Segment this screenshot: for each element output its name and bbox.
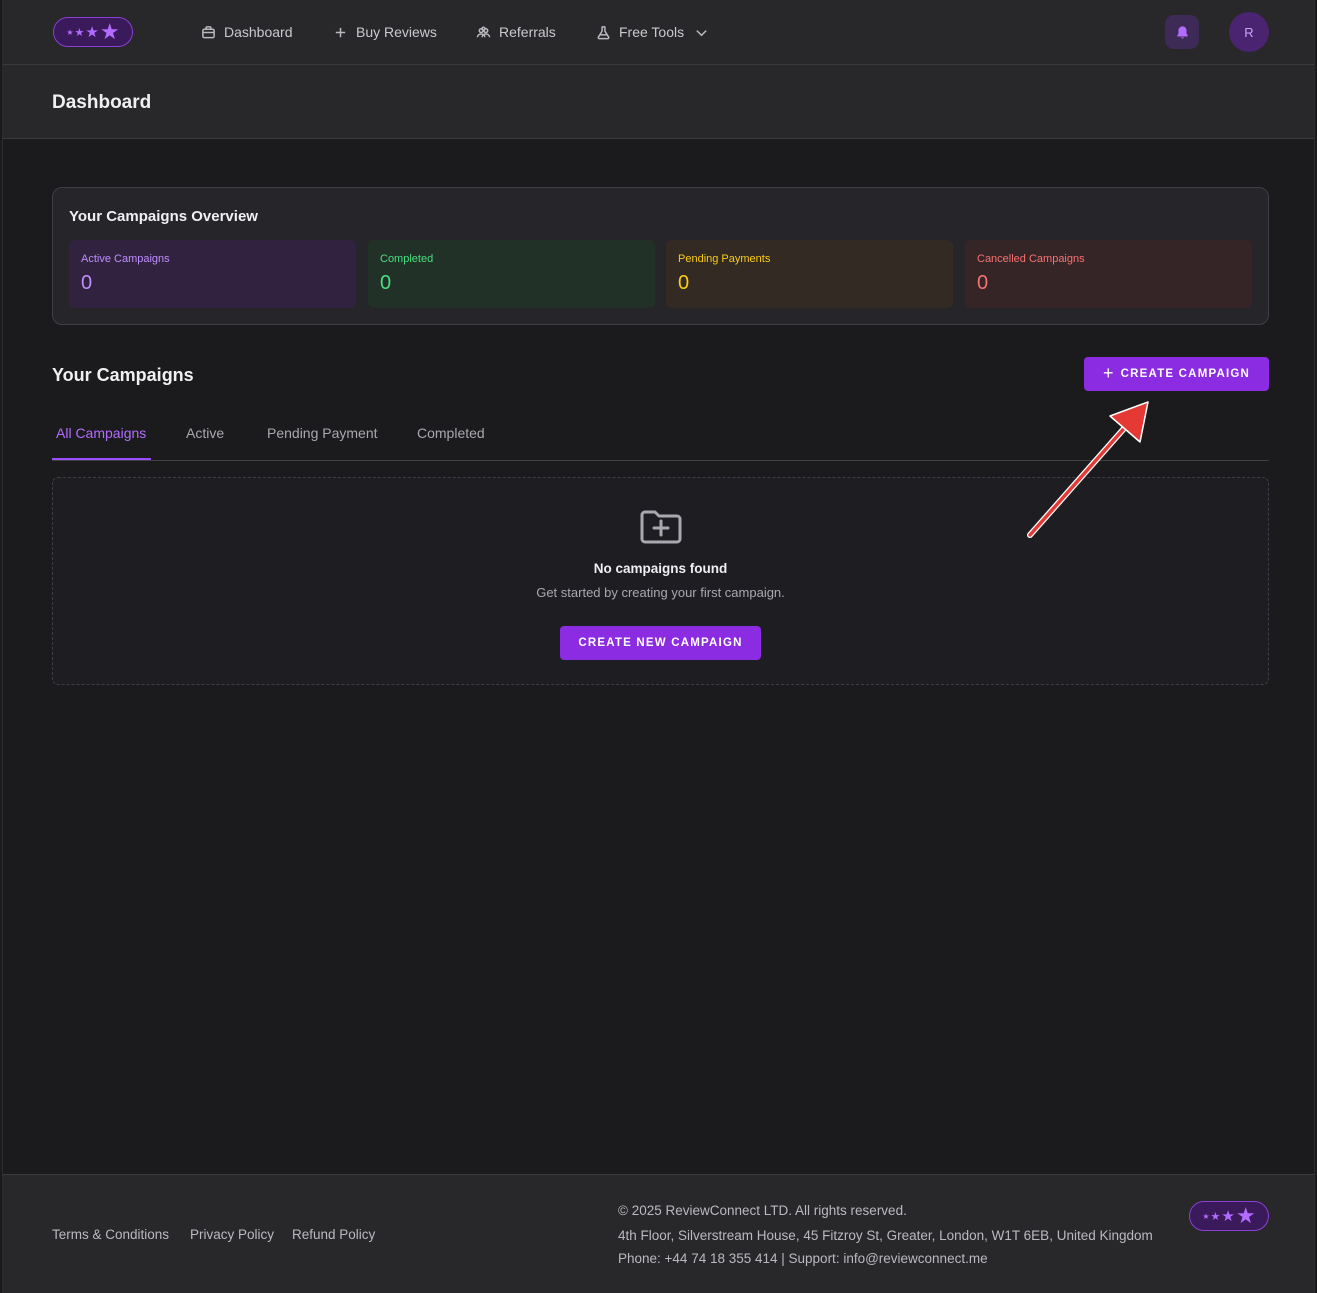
notifications-button[interactable] — [1165, 15, 1199, 49]
flask-icon — [597, 25, 610, 39]
stat-value: 0 — [81, 272, 93, 294]
stat-value: 0 — [380, 272, 392, 294]
nav-free-tools-label: Free Tools — [619, 24, 685, 40]
campaign-tabs: All Campaigns Active Pending Payment Com… — [52, 412, 1269, 461]
nav-dashboard[interactable]: Dashboard — [201, 22, 293, 42]
tab-all-campaigns[interactable]: All Campaigns — [56, 425, 146, 441]
your-campaigns-title: Your Campaigns — [52, 365, 194, 385]
nav-referrals-label: Referrals — [499, 24, 556, 40]
nav-buy-reviews[interactable]: Buy Reviews — [333, 22, 437, 42]
stat-label: Cancelled Campaigns — [977, 253, 1085, 265]
footer-copyright: © 2025 ReviewConnect LTD. All rights res… — [618, 1203, 907, 1218]
active-tab-indicator — [52, 458, 151, 460]
stat-label: Active Campaigns — [81, 253, 170, 265]
create-campaign-button[interactable]: + CREATE CAMPAIGN — [1084, 357, 1269, 391]
tab-active[interactable]: Active — [186, 425, 224, 441]
footer-address: 4th Floor, Silverstream House, 45 Fitzro… — [618, 1228, 1153, 1243]
stat-value: 0 — [678, 272, 690, 294]
brand-logo[interactable]: ★ ★ ★ ★ — [53, 17, 133, 47]
stat-cancelled-campaigns: Cancelled Campaigns 0 — [965, 240, 1252, 308]
app-frame: ★ ★ ★ ★ Dashboard Buy Reviews Referrals Fre… — [2, 0, 1315, 1293]
stat-completed: Completed 0 — [368, 240, 655, 308]
stat-label: Completed — [380, 253, 434, 265]
page-header: Dashboard — [3, 65, 1314, 139]
stat-value: 0 — [977, 272, 989, 294]
stat-active-campaigns: Active Campaigns 0 — [69, 240, 356, 308]
folder-plus-icon — [640, 510, 682, 544]
top-navbar: ★ ★ ★ ★ Dashboard Buy Reviews Referrals Fre… — [3, 0, 1314, 65]
overview-title: Your Campaigns Overview — [69, 208, 258, 225]
campaigns-overview-card: Your Campaigns Overview Active Campaigns… — [52, 187, 1269, 325]
stat-pending-payments: Pending Payments 0 — [666, 240, 953, 308]
nav-referrals[interactable]: Referrals — [476, 22, 556, 42]
plus-icon: + — [1102, 363, 1115, 383]
bell-icon — [1176, 25, 1188, 39]
tab-pending-payment[interactable]: Pending Payment — [267, 425, 378, 441]
stat-label: Pending Payments — [678, 253, 771, 265]
footer-contact: Phone: +44 74 18 355 414 | Support: info… — [618, 1251, 988, 1266]
footer-link-privacy[interactable]: Privacy Policy — [190, 1227, 274, 1242]
nav-dashboard-label: Dashboard — [224, 24, 293, 40]
briefcase-icon — [202, 25, 215, 38]
page-title: Dashboard — [52, 92, 152, 113]
nav-free-tools[interactable]: Free Tools — [596, 22, 709, 42]
footer-link-refund[interactable]: Refund Policy — [292, 1227, 375, 1242]
nav-buy-reviews-label: Buy Reviews — [356, 24, 437, 40]
empty-state: No campaigns found Get started by creati… — [52, 477, 1269, 685]
tab-completed[interactable]: Completed — [417, 425, 485, 441]
empty-state-title: No campaigns found — [593, 561, 728, 576]
create-campaign-label: CREATE CAMPAIGN — [1120, 368, 1251, 380]
plus-icon — [335, 27, 346, 37]
create-new-campaign-button[interactable]: CREATE NEW CAMPAIGN — [560, 626, 761, 660]
footer: Terms & Conditions Privacy Policy Refund… — [3, 1174, 1314, 1293]
chevron-down-icon — [696, 29, 707, 36]
users-icon — [476, 26, 491, 37]
user-avatar[interactable]: R — [1229, 12, 1269, 52]
empty-state-subtitle: Get started by creating your first campa… — [536, 585, 785, 600]
footer-link-terms[interactable]: Terms & Conditions — [52, 1227, 169, 1242]
footer-brand-logo[interactable]: ★ ★ ★ ★ — [1189, 1201, 1269, 1231]
